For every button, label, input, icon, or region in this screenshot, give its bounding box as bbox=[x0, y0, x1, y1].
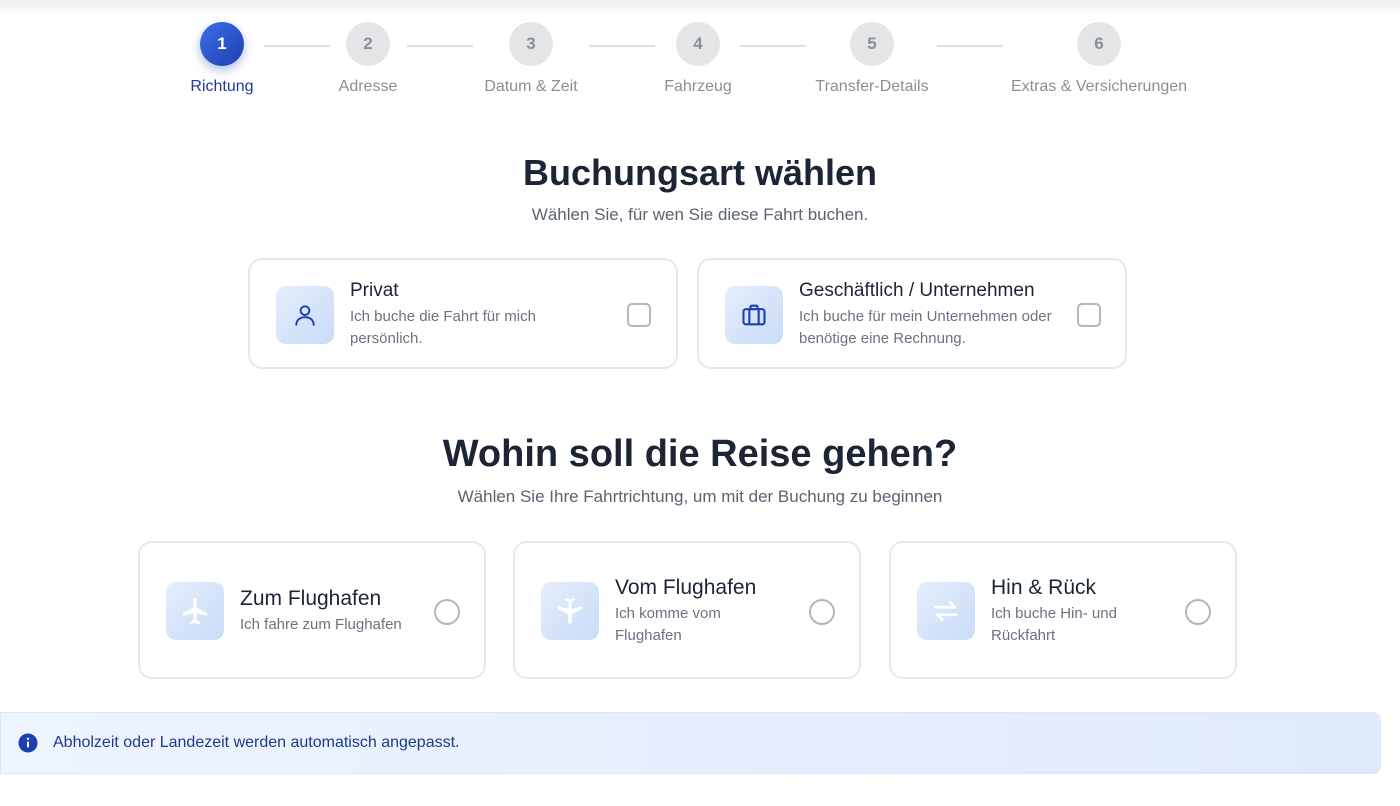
option-title: Geschäftlich / Unternehmen bbox=[799, 280, 1035, 301]
round-trip-icon bbox=[917, 582, 975, 640]
option-description: Ich buche die Fahrt für mich persönlich. bbox=[350, 308, 536, 347]
step-4-fahrzeug[interactable]: 4 Fahrzeug bbox=[598, 22, 798, 96]
vom-flughafen-radio[interactable] bbox=[809, 599, 835, 625]
step-number: 2 bbox=[346, 22, 390, 66]
option-title: Vom Flughafen bbox=[615, 576, 757, 599]
option-description: Ich komme vom Flughafen bbox=[615, 605, 721, 644]
booking-type-subtitle: Wählen Sie, für wen Sie diese Fahrt buch… bbox=[531, 205, 869, 224]
option-description: Ich buche für mein Unternehmen oder benö… bbox=[799, 308, 1052, 347]
option-title: Zum Flughafen bbox=[240, 587, 382, 610]
step-6-extras[interactable]: 6 Extras & Versicherungen bbox=[999, 22, 1199, 96]
booking-option-geschaeftlich[interactable]: Geschäftlich / Unternehmen Ich buche für… bbox=[697, 258, 1127, 369]
option-description: Ich buche Hin- und Rückfahrt bbox=[991, 605, 1117, 644]
info-text: Abholzeit oder Landezeit werden automati… bbox=[53, 734, 460, 751]
hin-rueck-radio[interactable] bbox=[1185, 599, 1211, 625]
option-description: Ich fahre zum Flughafen bbox=[240, 616, 402, 633]
direction-subtitle: Wählen Sie Ihre Fahrtrichtung, um mit de… bbox=[457, 487, 943, 506]
top-shadow bbox=[0, 0, 1400, 16]
step-5-transfer-details[interactable]: 5 Transfer-Details bbox=[772, 22, 972, 96]
booking-type-title: Buchungsart wählen bbox=[522, 152, 878, 193]
briefcase-icon bbox=[725, 286, 783, 344]
zum-flughafen-radio[interactable] bbox=[434, 599, 460, 625]
plane-departure-icon bbox=[166, 582, 224, 640]
user-icon bbox=[276, 286, 334, 344]
direction-option-zum-flughafen[interactable]: Zum Flughafen Ich fahre zum Flughafen bbox=[138, 541, 486, 679]
info-icon bbox=[18, 733, 38, 753]
direction-title: Wohin soll die Reise gehen? bbox=[442, 433, 958, 475]
step-label: Fahrzeug bbox=[664, 78, 732, 95]
privat-checkbox[interactable] bbox=[627, 303, 651, 327]
info-banner: Abholzeit oder Landezeit werden automati… bbox=[0, 712, 1381, 774]
step-number: 3 bbox=[509, 22, 553, 66]
option-title: Privat bbox=[350, 280, 399, 301]
step-label: Transfer-Details bbox=[815, 78, 929, 95]
step-number: 6 bbox=[1077, 22, 1121, 66]
geschaeftlich-checkbox[interactable] bbox=[1077, 303, 1101, 327]
step-number: 1 bbox=[200, 22, 244, 66]
step-number: 4 bbox=[676, 22, 720, 66]
plane-arrival-icon bbox=[541, 582, 599, 640]
step-label: Extras & Versicherungen bbox=[1010, 78, 1188, 95]
option-title: Hin & Rück bbox=[991, 576, 1097, 599]
booking-option-privat[interactable]: Privat Ich buche die Fahrt für mich pers… bbox=[248, 258, 678, 369]
direction-option-hin-rueck[interactable]: Hin & Rück Ich buche Hin- und Rückfahrt bbox=[889, 541, 1237, 679]
direction-option-vom-flughafen[interactable]: Vom Flughafen Ich komme vom Flughafen bbox=[513, 541, 861, 679]
step-number: 5 bbox=[850, 22, 894, 66]
